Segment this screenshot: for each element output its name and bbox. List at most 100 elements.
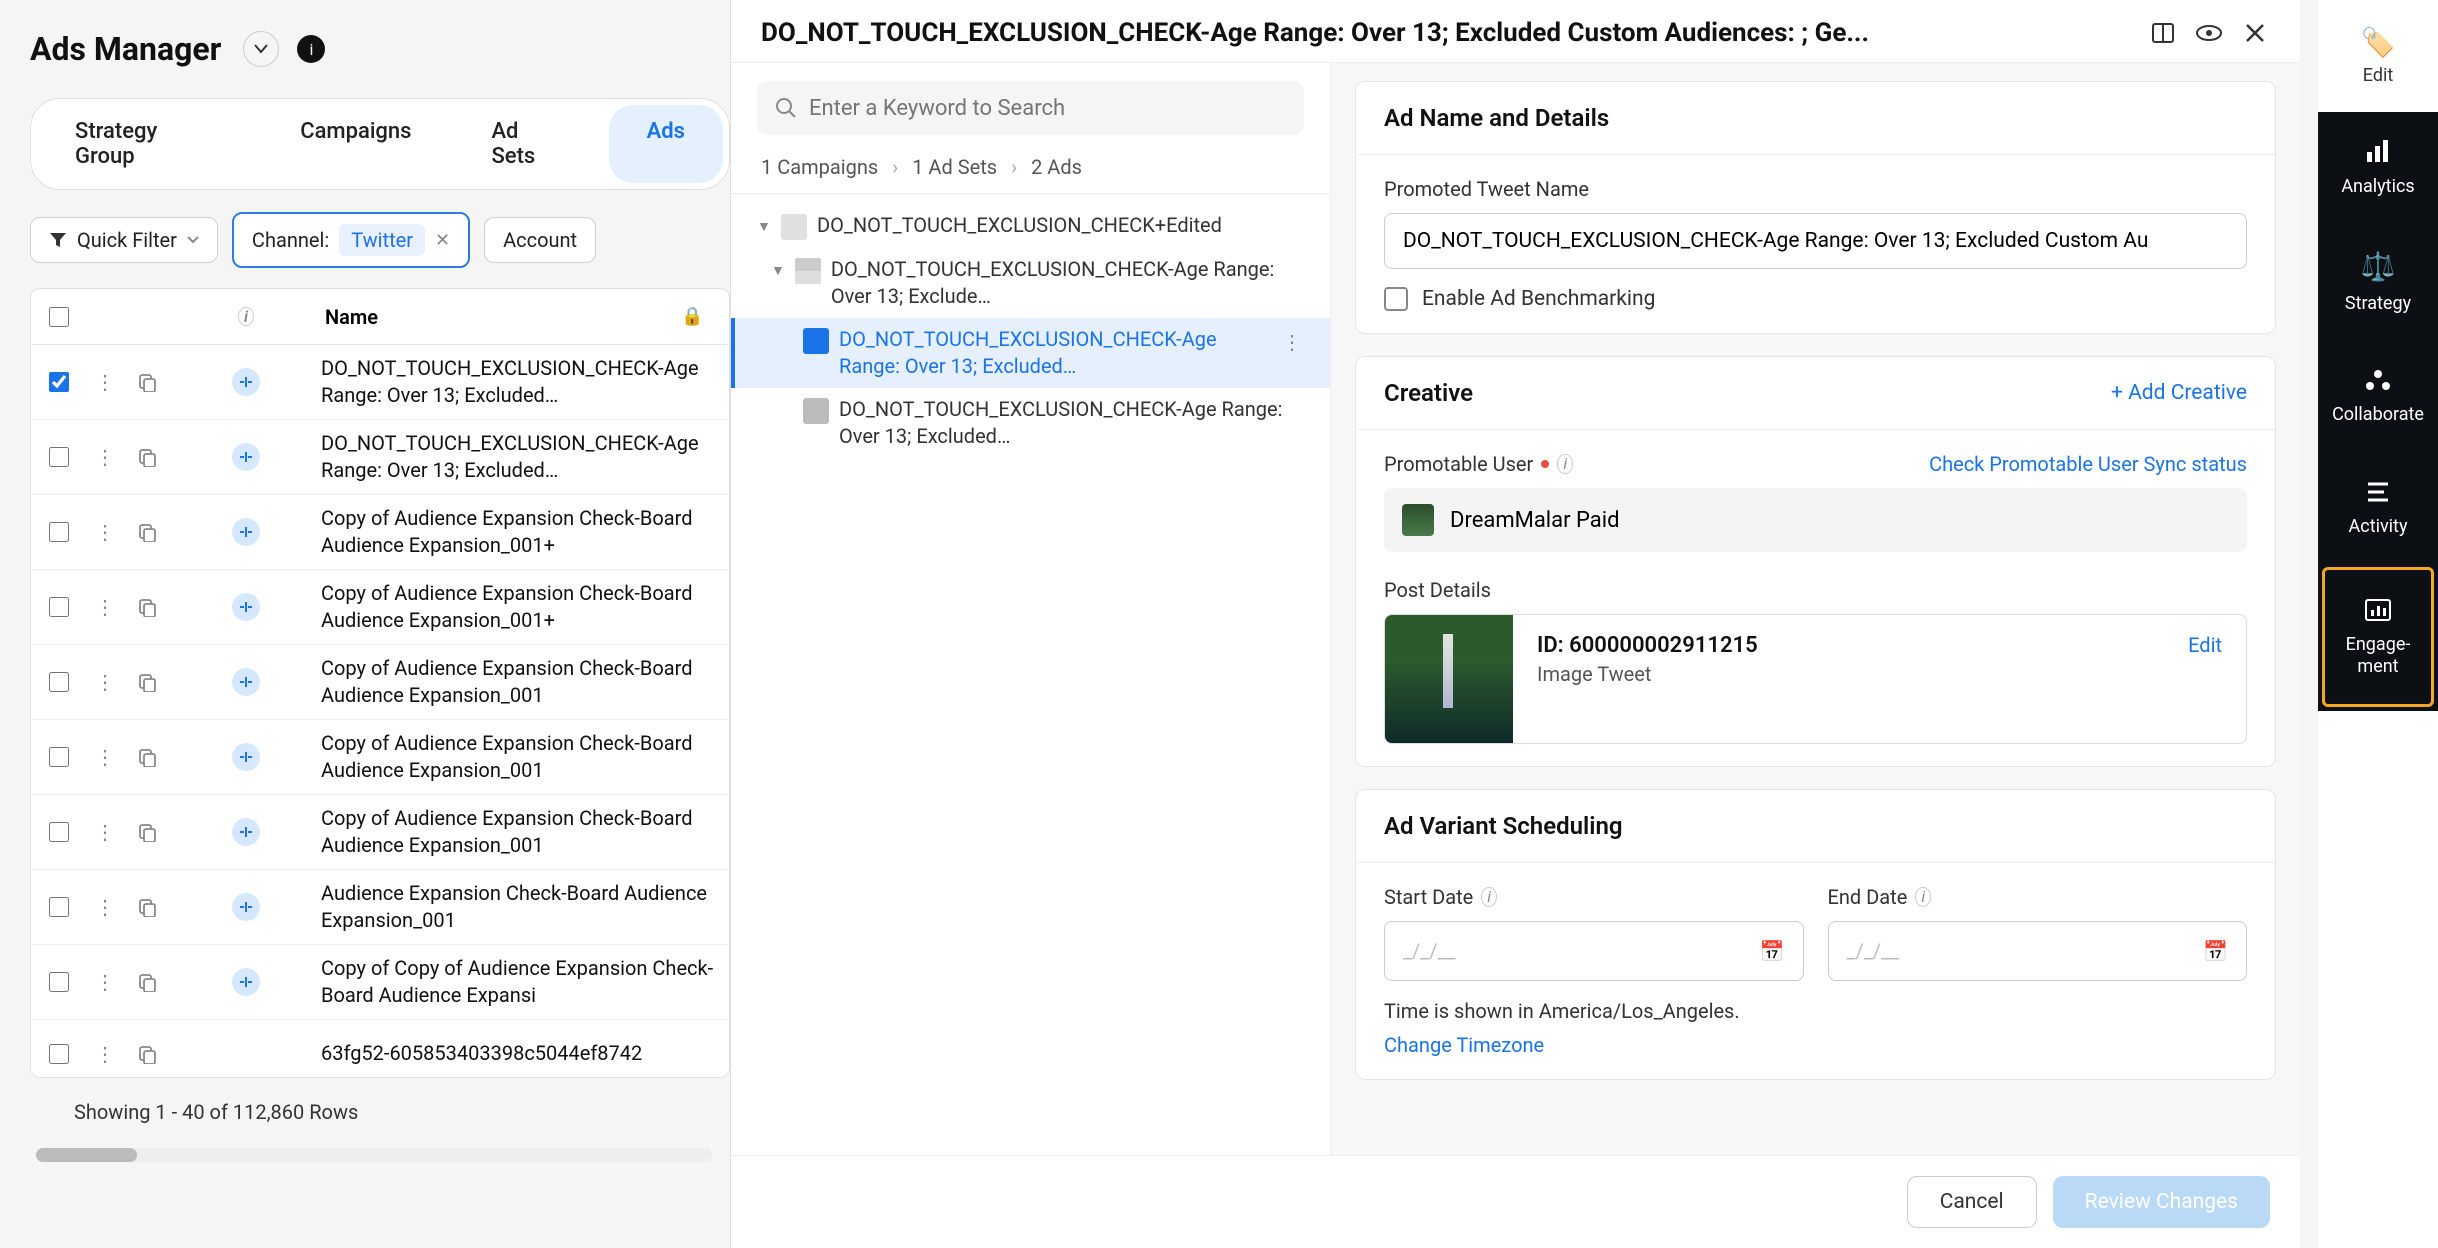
row-menu-icon[interactable]: ⋮ bbox=[87, 370, 123, 394]
title-dropdown[interactable] bbox=[243, 31, 279, 67]
table-row[interactable]: ⋮ Copy of Audience Expansion Check-Board… bbox=[31, 570, 729, 645]
table-row[interactable]: ⋮ DO_NOT_TOUCH_EXCLUSION_CHECK-Age Range… bbox=[31, 345, 729, 420]
table-row[interactable]: ⋮ Copy of Copy of Audience Expansion Che… bbox=[31, 945, 729, 1020]
horizontal-scrollbar[interactable] bbox=[36, 1148, 712, 1162]
post-thumbnail[interactable] bbox=[1385, 615, 1513, 743]
change-timezone-link[interactable]: Change Timezone bbox=[1384, 1033, 2247, 1057]
rail-edit[interactable]: 🏷️ Edit bbox=[2318, 0, 2438, 112]
row-checkbox[interactable] bbox=[49, 822, 69, 842]
row-menu-icon[interactable]: ⋮ bbox=[87, 670, 123, 694]
column-info-icon[interactable]: i bbox=[171, 307, 321, 327]
row-copy-icon[interactable] bbox=[123, 372, 171, 392]
start-date-input[interactable]: _/_/__ 📅 bbox=[1384, 921, 1804, 981]
bc-ads[interactable]: 2 Ads bbox=[1031, 155, 1082, 179]
row-copy-icon[interactable] bbox=[123, 1044, 171, 1064]
row-copy-icon[interactable] bbox=[123, 822, 171, 842]
info-icon[interactable]: i bbox=[1557, 454, 1573, 474]
rail-collaborate[interactable]: Collaborate bbox=[2318, 340, 2438, 452]
row-checkbox[interactable] bbox=[49, 747, 69, 767]
rail-strategy[interactable]: ⚖️ Strategy bbox=[2318, 224, 2438, 341]
bc-adsets[interactable]: 1 Ad Sets bbox=[912, 155, 997, 179]
row-copy-icon[interactable] bbox=[123, 972, 171, 992]
row-checkbox[interactable] bbox=[49, 897, 69, 917]
close-icon[interactable] bbox=[2240, 18, 2270, 48]
post-edit-link[interactable]: Edit bbox=[2164, 615, 2246, 743]
row-checkbox[interactable] bbox=[49, 447, 69, 467]
promotable-user-box[interactable]: DreamMalar Paid bbox=[1384, 488, 2247, 552]
table-row[interactable]: ⋮ Copy of Audience Expansion Check-Board… bbox=[31, 495, 729, 570]
rail-label: Strategy bbox=[2345, 293, 2411, 315]
table-row[interactable]: ⋮ Copy of Audience Expansion Check-Board… bbox=[31, 645, 729, 720]
table-row[interactable]: ⋮ 63fg52-605853403398c5044ef8742 bbox=[31, 1020, 729, 1078]
status-badge bbox=[232, 668, 260, 696]
add-creative-link[interactable]: + Add Creative bbox=[2111, 381, 2247, 405]
row-copy-icon[interactable] bbox=[123, 672, 171, 692]
row-copy-icon[interactable] bbox=[123, 897, 171, 917]
promoted-name-input[interactable] bbox=[1384, 213, 2247, 269]
table-row[interactable]: ⋮ DO_NOT_TOUCH_EXCLUSION_CHECK-Age Range… bbox=[31, 420, 729, 495]
row-copy-icon[interactable] bbox=[123, 522, 171, 542]
benchmark-checkbox[interactable] bbox=[1384, 287, 1408, 311]
channel-filter[interactable]: Channel: Twitter ✕ bbox=[232, 212, 470, 268]
row-menu-icon[interactable]: ⋮ bbox=[87, 595, 123, 619]
check-sync-link[interactable]: Check Promotable User Sync status bbox=[1929, 452, 2247, 476]
status-badge bbox=[232, 893, 260, 921]
tab-ad-sets[interactable]: Ad Sets bbox=[453, 105, 604, 183]
promotable-user-label: Promotable User i Check Promotable User … bbox=[1384, 452, 2247, 476]
row-menu-icon[interactable]: ⋮ bbox=[87, 1042, 123, 1066]
row-menu-icon[interactable]: ⋮ bbox=[87, 820, 123, 844]
cancel-button[interactable]: Cancel bbox=[1907, 1176, 2037, 1228]
tree-adset-item[interactable]: ▼ DO_NOT_TOUCH_EXCLUSION_CHECK-Age Range… bbox=[731, 248, 1330, 318]
row-copy-icon[interactable] bbox=[123, 597, 171, 617]
remove-channel-icon[interactable]: ✕ bbox=[435, 230, 450, 251]
row-checkbox[interactable] bbox=[49, 597, 69, 617]
account-filter[interactable]: Account bbox=[484, 217, 596, 263]
row-checkbox[interactable] bbox=[49, 522, 69, 542]
info-icon[interactable]: i bbox=[1915, 887, 1931, 907]
row-checkbox[interactable] bbox=[49, 972, 69, 992]
caret-down-icon[interactable]: ▼ bbox=[757, 218, 771, 235]
benchmark-checkbox-row[interactable]: Enable Ad Benchmarking bbox=[1384, 287, 2247, 311]
info-icon[interactable]: i bbox=[297, 35, 325, 63]
tree-ad-item[interactable]: DO_NOT_TOUCH_EXCLUSION_CHECK-Age Range: … bbox=[731, 388, 1330, 458]
end-date-input[interactable]: _/_/__ 📅 bbox=[1828, 921, 2248, 981]
row-menu-icon[interactable]: ⋮ bbox=[87, 970, 123, 994]
row-checkbox[interactable] bbox=[49, 1044, 69, 1064]
table-row[interactable]: ⋮ Copy of Audience Expansion Check-Board… bbox=[31, 720, 729, 795]
review-changes-button[interactable]: Review Changes bbox=[2053, 1176, 2270, 1228]
tree-search[interactable] bbox=[757, 81, 1304, 135]
search-input[interactable] bbox=[809, 96, 1286, 121]
tab-strategy-group[interactable]: Strategy Group bbox=[37, 105, 258, 183]
table-row[interactable]: ⋮ Copy of Audience Expansion Check-Board… bbox=[31, 795, 729, 870]
tree-ad-item-selected[interactable]: DO_NOT_TOUCH_EXCLUSION_CHECK-Age Range: … bbox=[731, 318, 1330, 388]
rail-engagement[interactable]: Engage- ment bbox=[2322, 567, 2434, 706]
tree-campaign-item[interactable]: ▼ DO_NOT_TOUCH_EXCLUSION_CHECK+Edited bbox=[731, 204, 1330, 248]
row-menu-icon[interactable]: ⋮ bbox=[87, 520, 123, 544]
tab-campaigns[interactable]: Campaigns bbox=[262, 105, 449, 183]
row-checkbox[interactable] bbox=[49, 372, 69, 392]
rail-analytics[interactable]: Analytics bbox=[2318, 112, 2438, 224]
preview-icon[interactable] bbox=[2194, 18, 2224, 48]
status-badge bbox=[232, 818, 260, 846]
panel-layout-icon[interactable] bbox=[2148, 18, 2178, 48]
row-menu-icon[interactable]: ⋮ bbox=[87, 745, 123, 769]
column-name[interactable]: Name bbox=[321, 305, 681, 329]
table-header: i Name 🔒 bbox=[31, 289, 729, 345]
user-avatar bbox=[1402, 504, 1434, 536]
info-icon[interactable]: i bbox=[1481, 887, 1497, 907]
tree-item-menu-icon[interactable]: ⋮ bbox=[1274, 326, 1310, 358]
tree-item-label: DO_NOT_TOUCH_EXCLUSION_CHECK-Age Range: … bbox=[831, 256, 1310, 310]
rail-activity[interactable]: Activity bbox=[2318, 452, 2438, 564]
row-copy-icon[interactable] bbox=[123, 447, 171, 467]
tab-ads[interactable]: Ads bbox=[609, 105, 723, 183]
row-copy-icon[interactable] bbox=[123, 747, 171, 767]
row-menu-icon[interactable]: ⋮ bbox=[87, 895, 123, 919]
table-row[interactable]: ⋮ Audience Expansion Check-Board Audienc… bbox=[31, 870, 729, 945]
select-all-checkbox[interactable] bbox=[49, 307, 69, 327]
bc-campaigns[interactable]: 1 Campaigns bbox=[761, 155, 878, 179]
row-checkbox[interactable] bbox=[49, 672, 69, 692]
caret-down-icon[interactable]: ▼ bbox=[771, 262, 785, 279]
analytics-icon bbox=[2364, 138, 2392, 166]
quick-filter-button[interactable]: Quick Filter bbox=[30, 217, 218, 263]
row-menu-icon[interactable]: ⋮ bbox=[87, 445, 123, 469]
